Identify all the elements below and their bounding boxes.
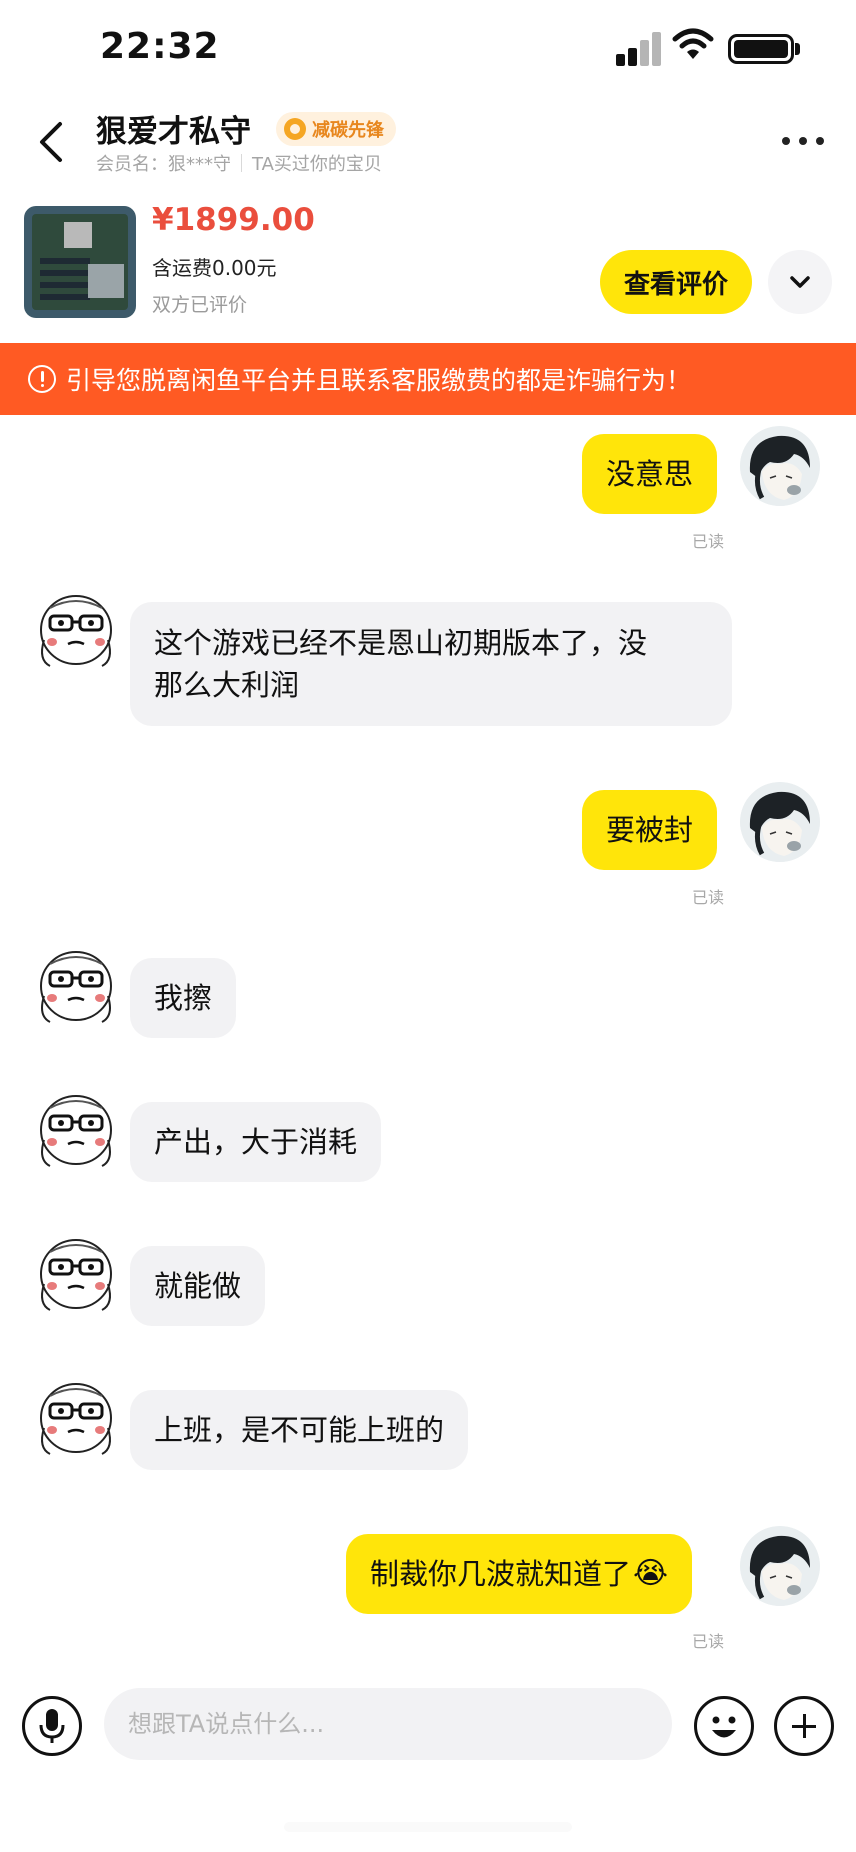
shipping-info: 含运费0.00元 (152, 256, 277, 280)
chat-header: 狠爱才私守 减碳先锋 会员名：狠***守 TA买过你的宝贝 (0, 100, 856, 200)
message-input[interactable] (104, 1688, 672, 1760)
emoji-button[interactable] (694, 1696, 754, 1756)
smiley-icon (712, 1716, 736, 1738)
contact-avatar[interactable] (36, 1092, 116, 1172)
self-avatar[interactable] (740, 1526, 820, 1606)
status-bar: 22:32 (0, 0, 856, 100)
wifi-icon (672, 28, 714, 59)
message-text: 产出，大于消耗 (154, 1125, 358, 1159)
fraud-warning-banner: 引导您脱离闲鱼平台并且联系客服缴费的都是诈骗行为！ (0, 343, 856, 415)
read-status: 已读 (692, 888, 725, 907)
badge-label: 减碳先锋 (312, 120, 384, 141)
more-options-icon[interactable] (782, 134, 824, 148)
product-price: ¥1899.00 (152, 202, 315, 238)
message-bubble-other[interactable]: 产出，大于消耗 (130, 1102, 382, 1182)
message-bubble-self[interactable]: 要被封 (582, 790, 718, 870)
status-time: 22:32 (100, 26, 220, 67)
read-status: 已读 (692, 532, 725, 551)
message-text: 我擦 (154, 981, 213, 1015)
message-text-line: 这个游戏已经不是恩山初期版本了，没 (154, 626, 648, 660)
message-text: 就能做 (154, 1269, 242, 1303)
badge: 减碳先锋 (276, 112, 396, 146)
self-avatar[interactable] (740, 426, 820, 506)
battery-cap (795, 43, 800, 55)
voice-input-button[interactable] (22, 1696, 82, 1756)
chat-input-bar (0, 1686, 856, 1766)
message-text: 上班，是不可能上班的 (154, 1413, 445, 1447)
message-bubble-other[interactable]: 这个游戏已经不是恩山初期版本了，没 那么大利润 (130, 602, 732, 726)
read-status: 已读 (692, 1632, 725, 1651)
battery-icon (728, 34, 794, 64)
message-text: 制裁你几波就知道了 (370, 1557, 632, 1591)
contact-avatar[interactable] (36, 1236, 116, 1316)
leaf-icon (284, 118, 306, 140)
divider (241, 154, 242, 172)
crying-laughing-emoji: 😭 (633, 1556, 669, 1591)
contact-avatar[interactable] (36, 1380, 116, 1460)
alert-icon (28, 365, 56, 393)
contact-sub-info: 会员名：狠***守 TA买过你的宝贝 (96, 150, 382, 176)
back-arrow-icon[interactable] (30, 114, 74, 170)
contact-name[interactable]: 狠爱才私守 (96, 106, 251, 151)
message-bubble-self[interactable]: 没意思 (582, 434, 718, 514)
more-actions-button[interactable] (774, 1696, 834, 1756)
message-bubble-other[interactable]: 上班，是不可能上班的 (130, 1390, 469, 1470)
member-name: 会员名：狠***守 (96, 154, 231, 175)
expand-button[interactable] (768, 250, 832, 314)
home-indicator (284, 1822, 572, 1832)
self-avatar[interactable] (740, 782, 820, 862)
warning-text: 引导您脱离闲鱼平台并且联系客服缴费的都是诈骗行为！ (66, 366, 692, 395)
contact-avatar[interactable] (36, 948, 116, 1028)
message-bubble-other[interactable]: 我擦 (130, 958, 237, 1038)
product-card[interactable]: ¥1899.00 含运费0.00元 双方已评价 查看评价 (0, 200, 856, 340)
message-bubble-other[interactable]: 就能做 (130, 1246, 266, 1326)
relation-note: TA买过你的宝贝 (252, 154, 382, 175)
product-thumbnail[interactable] (24, 206, 136, 318)
message-text-line: 那么大利润 (154, 668, 300, 702)
signal-icon (616, 30, 662, 66)
microphone-icon (39, 1709, 65, 1743)
view-review-button[interactable]: 查看评价 (600, 250, 752, 314)
message-text: 没意思 (606, 457, 694, 491)
chevron-down-icon (790, 276, 810, 288)
review-status: 双方已评价 (152, 294, 248, 316)
contact-avatar[interactable] (36, 592, 116, 672)
message-bubble-self[interactable]: 制裁你几波就知道了 😭 (346, 1534, 693, 1614)
message-text: 要被封 (606, 813, 694, 847)
